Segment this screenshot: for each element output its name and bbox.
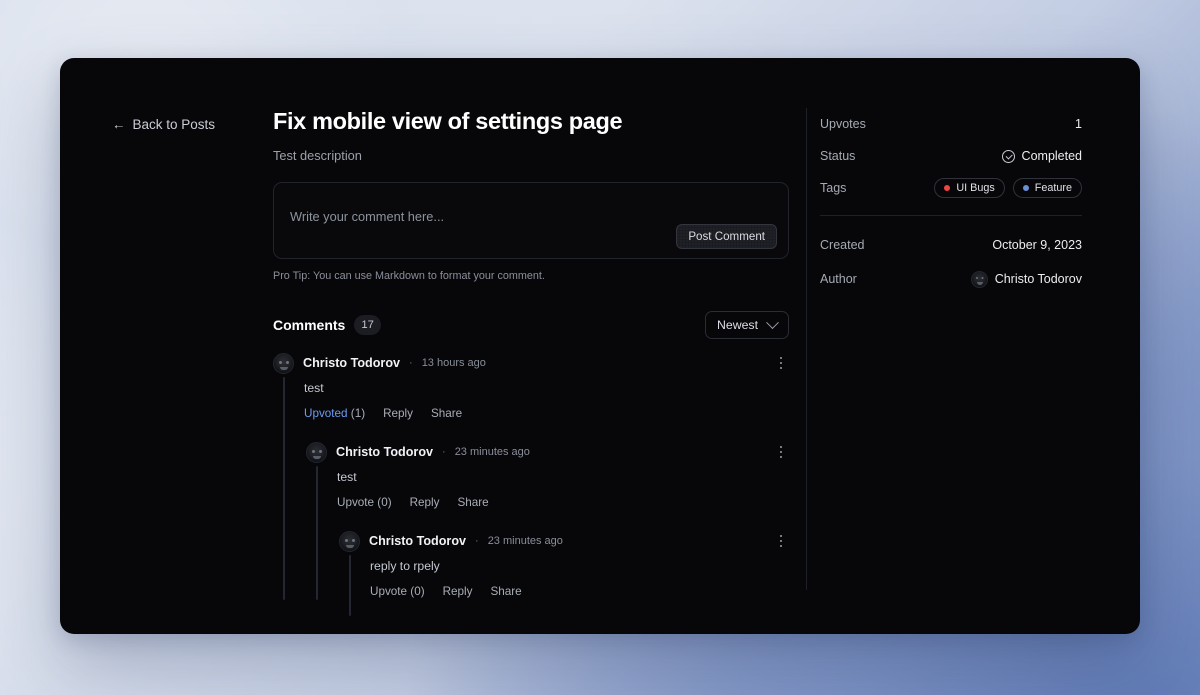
share-button[interactable]: Share	[457, 496, 488, 509]
meta-row-tags: Tags UI Bugs Feature	[820, 172, 1082, 204]
comment-body: reply to rpely	[370, 559, 440, 574]
chevron-down-icon	[766, 315, 779, 329]
avatar	[306, 441, 327, 463]
author-value: Christo Todorov	[994, 272, 1082, 286]
upvotes-label: Upvotes	[820, 117, 866, 131]
upvote-button[interactable]: Upvote (0)	[370, 585, 425, 598]
arrow-left-icon: ←	[112, 116, 126, 132]
app-panel: ← Back to Posts Fix mobile view of setti…	[60, 58, 1140, 634]
comment-actions: Upvoted (1) Reply Share	[304, 407, 789, 420]
post-meta-panel: Upvotes 1 Status Completed Tags UI Bugs …	[820, 108, 1082, 296]
comment-content: test Upvoted (1) Reply Share	[273, 381, 789, 420]
status-badge: Completed	[1001, 149, 1082, 163]
meta-separator: ·	[475, 535, 479, 548]
thread-rail	[349, 555, 351, 617]
upvote-button[interactable]: Upvote (0)	[337, 496, 392, 509]
comment-item: Christo Todorov · 13 hours ago test Upvo…	[273, 351, 789, 617]
comments-title: Comments	[273, 317, 346, 334]
comments-count-badge: 17	[354, 315, 381, 336]
reply-button[interactable]: Reply	[383, 407, 413, 420]
avatar	[273, 352, 294, 374]
sidebar-divider	[806, 108, 807, 590]
avatar	[970, 270, 988, 288]
more-vertical-icon[interactable]	[773, 442, 789, 462]
comment-replies: Christo Todorov · 23 minutes ago reply t…	[306, 529, 789, 617]
tag-color-dot	[944, 185, 951, 191]
meta-separator: ·	[409, 357, 413, 370]
upvote-count: (0)	[410, 585, 425, 599]
author-info: Christo Todorov	[970, 270, 1082, 288]
share-button[interactable]: Share	[490, 585, 521, 598]
sort-dropdown[interactable]: Newest	[704, 311, 789, 340]
tag-list: UI Bugs Feature	[934, 178, 1082, 198]
meta-row-upvotes: Upvotes 1	[820, 108, 1082, 140]
back-to-posts-link[interactable]: ← Back to Posts	[112, 117, 215, 132]
comment-timestamp: 13 hours ago	[421, 357, 486, 370]
tag-feature[interactable]: Feature	[1012, 178, 1082, 198]
back-to-posts-label: Back to Posts	[132, 117, 216, 132]
tag-label: UI Bugs	[956, 182, 995, 194]
reply-button[interactable]: Reply	[410, 496, 440, 509]
upvote-label: Upvote	[370, 585, 408, 599]
tag-label: Feature	[1034, 182, 1072, 194]
created-label: Created	[820, 238, 865, 252]
status-label: Status	[820, 149, 856, 163]
upvote-label: Upvoted	[304, 407, 348, 421]
created-value: October 9, 2023	[992, 238, 1082, 252]
page-title: Fix mobile view of settings page	[273, 108, 623, 134]
upvote-label: Upvote	[337, 496, 375, 510]
meta-separator-line	[820, 215, 1082, 216]
upvotes-value: 1	[1075, 117, 1082, 131]
comment-replies: Christo Todorov · 23 minutes ago test Up…	[273, 440, 789, 617]
more-vertical-icon[interactable]	[773, 531, 789, 551]
meta-row-author: Author Christo Todorov	[820, 262, 1082, 296]
comment-item: Christo Todorov · 23 minutes ago reply t…	[339, 529, 789, 617]
comment-actions: Upvote (0) Reply Share	[370, 585, 789, 598]
avatar	[339, 530, 360, 552]
comments-header: Comments 17 Newest	[273, 311, 789, 340]
more-vertical-icon[interactable]	[773, 353, 789, 373]
tag-color-dot	[1022, 185, 1029, 191]
main-content-column: Fix mobile view of settings page Test de…	[273, 108, 789, 617]
meta-separator: ·	[442, 446, 446, 459]
comment-input-placeholder[interactable]: Write your comment here...	[290, 209, 444, 224]
check-circle-icon	[1001, 149, 1015, 163]
comments-title-wrap: Comments 17	[273, 315, 381, 336]
comment-content: reply to rpely Upvote (0) Reply Share	[339, 559, 789, 598]
comment-header: Christo Todorov · 23 minutes ago	[306, 440, 789, 464]
comment-author: Christo Todorov	[336, 445, 434, 460]
post-comment-button[interactable]: Post Comment	[676, 224, 777, 250]
meta-row-created: Created October 9, 2023	[820, 228, 1082, 262]
comment-timestamp: 23 minutes ago	[487, 535, 563, 548]
comment-author: Christo Todorov	[369, 534, 467, 549]
share-button[interactable]: Share	[431, 407, 462, 420]
tag-ui-bugs[interactable]: UI Bugs	[934, 178, 1005, 198]
comment-item: Christo Todorov · 23 minutes ago test Up…	[306, 440, 789, 617]
comment-timestamp: 23 minutes ago	[454, 446, 530, 459]
comment-actions: Upvote (0) Reply Share	[337, 496, 789, 509]
pro-tip-text: Pro Tip: You can use Markdown to format …	[273, 270, 545, 283]
comment-header: Christo Todorov · 13 hours ago	[273, 351, 789, 375]
comment-composer[interactable]: Write your comment here... Post Comment	[273, 182, 789, 260]
comment-author: Christo Todorov	[303, 356, 401, 371]
upvote-button[interactable]: Upvoted (1)	[304, 407, 365, 420]
reply-button[interactable]: Reply	[443, 585, 473, 598]
author-label: Author	[820, 272, 857, 286]
comment-thread: Christo Todorov · 13 hours ago test Upvo…	[273, 351, 789, 617]
sort-dropdown-label: Newest	[716, 318, 758, 333]
comment-body: test	[337, 470, 357, 485]
tags-label: Tags	[820, 181, 847, 195]
post-description: Test description	[273, 148, 362, 164]
upvote-count: (1)	[350, 407, 366, 421]
upvote-count: (0)	[377, 496, 392, 510]
comment-content: test Upvote (0) Reply Share	[306, 470, 789, 509]
meta-row-status: Status Completed	[820, 140, 1082, 172]
comment-header: Christo Todorov · 23 minutes ago	[339, 529, 789, 553]
status-value: Completed	[1021, 149, 1082, 163]
comment-body: test	[304, 381, 324, 396]
